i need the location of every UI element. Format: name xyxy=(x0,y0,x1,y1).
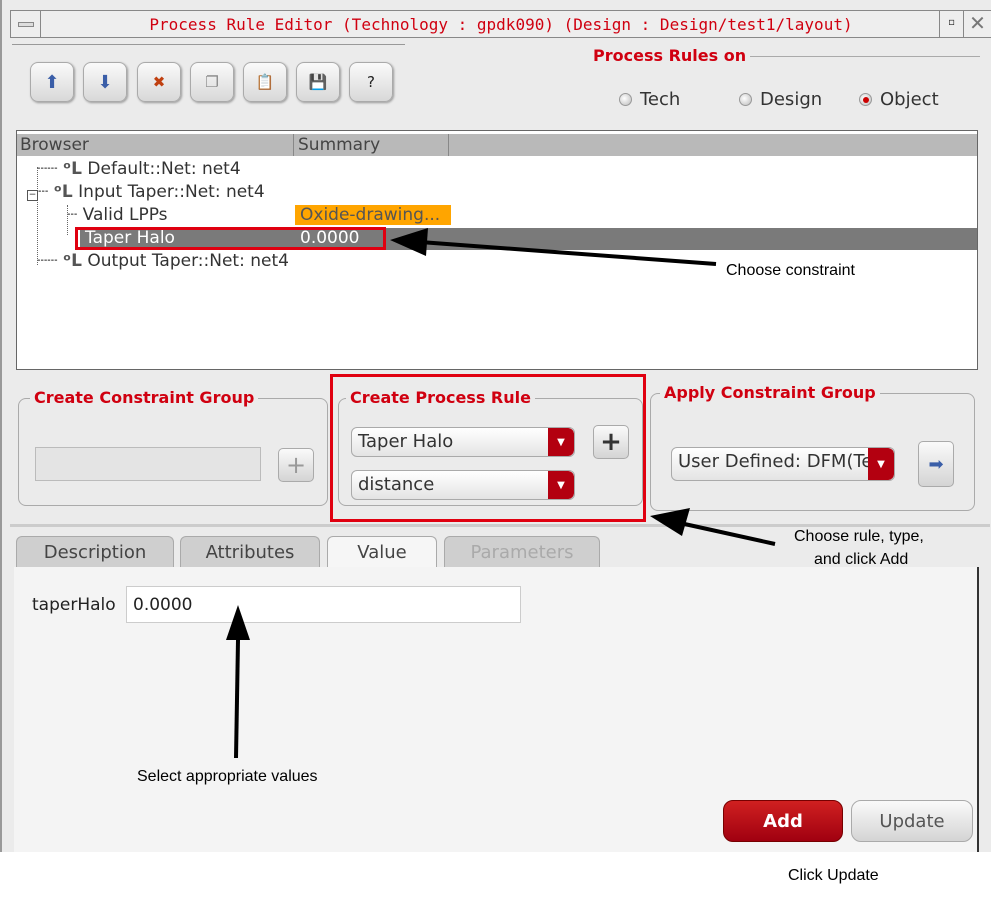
arrow-choose-constraint xyxy=(419,240,717,266)
note-click-update: Click Update xyxy=(788,867,879,884)
note-choose-rule: Choose rule, type, xyxy=(794,528,924,545)
note-choose-rule-2: and click Add xyxy=(814,551,909,568)
note-choose-constraint: Choose constraint xyxy=(726,262,855,279)
arrow-select-values xyxy=(234,639,240,759)
arrow-choose-rule xyxy=(679,521,776,546)
note-select-values: Select appropriate values xyxy=(137,768,318,785)
